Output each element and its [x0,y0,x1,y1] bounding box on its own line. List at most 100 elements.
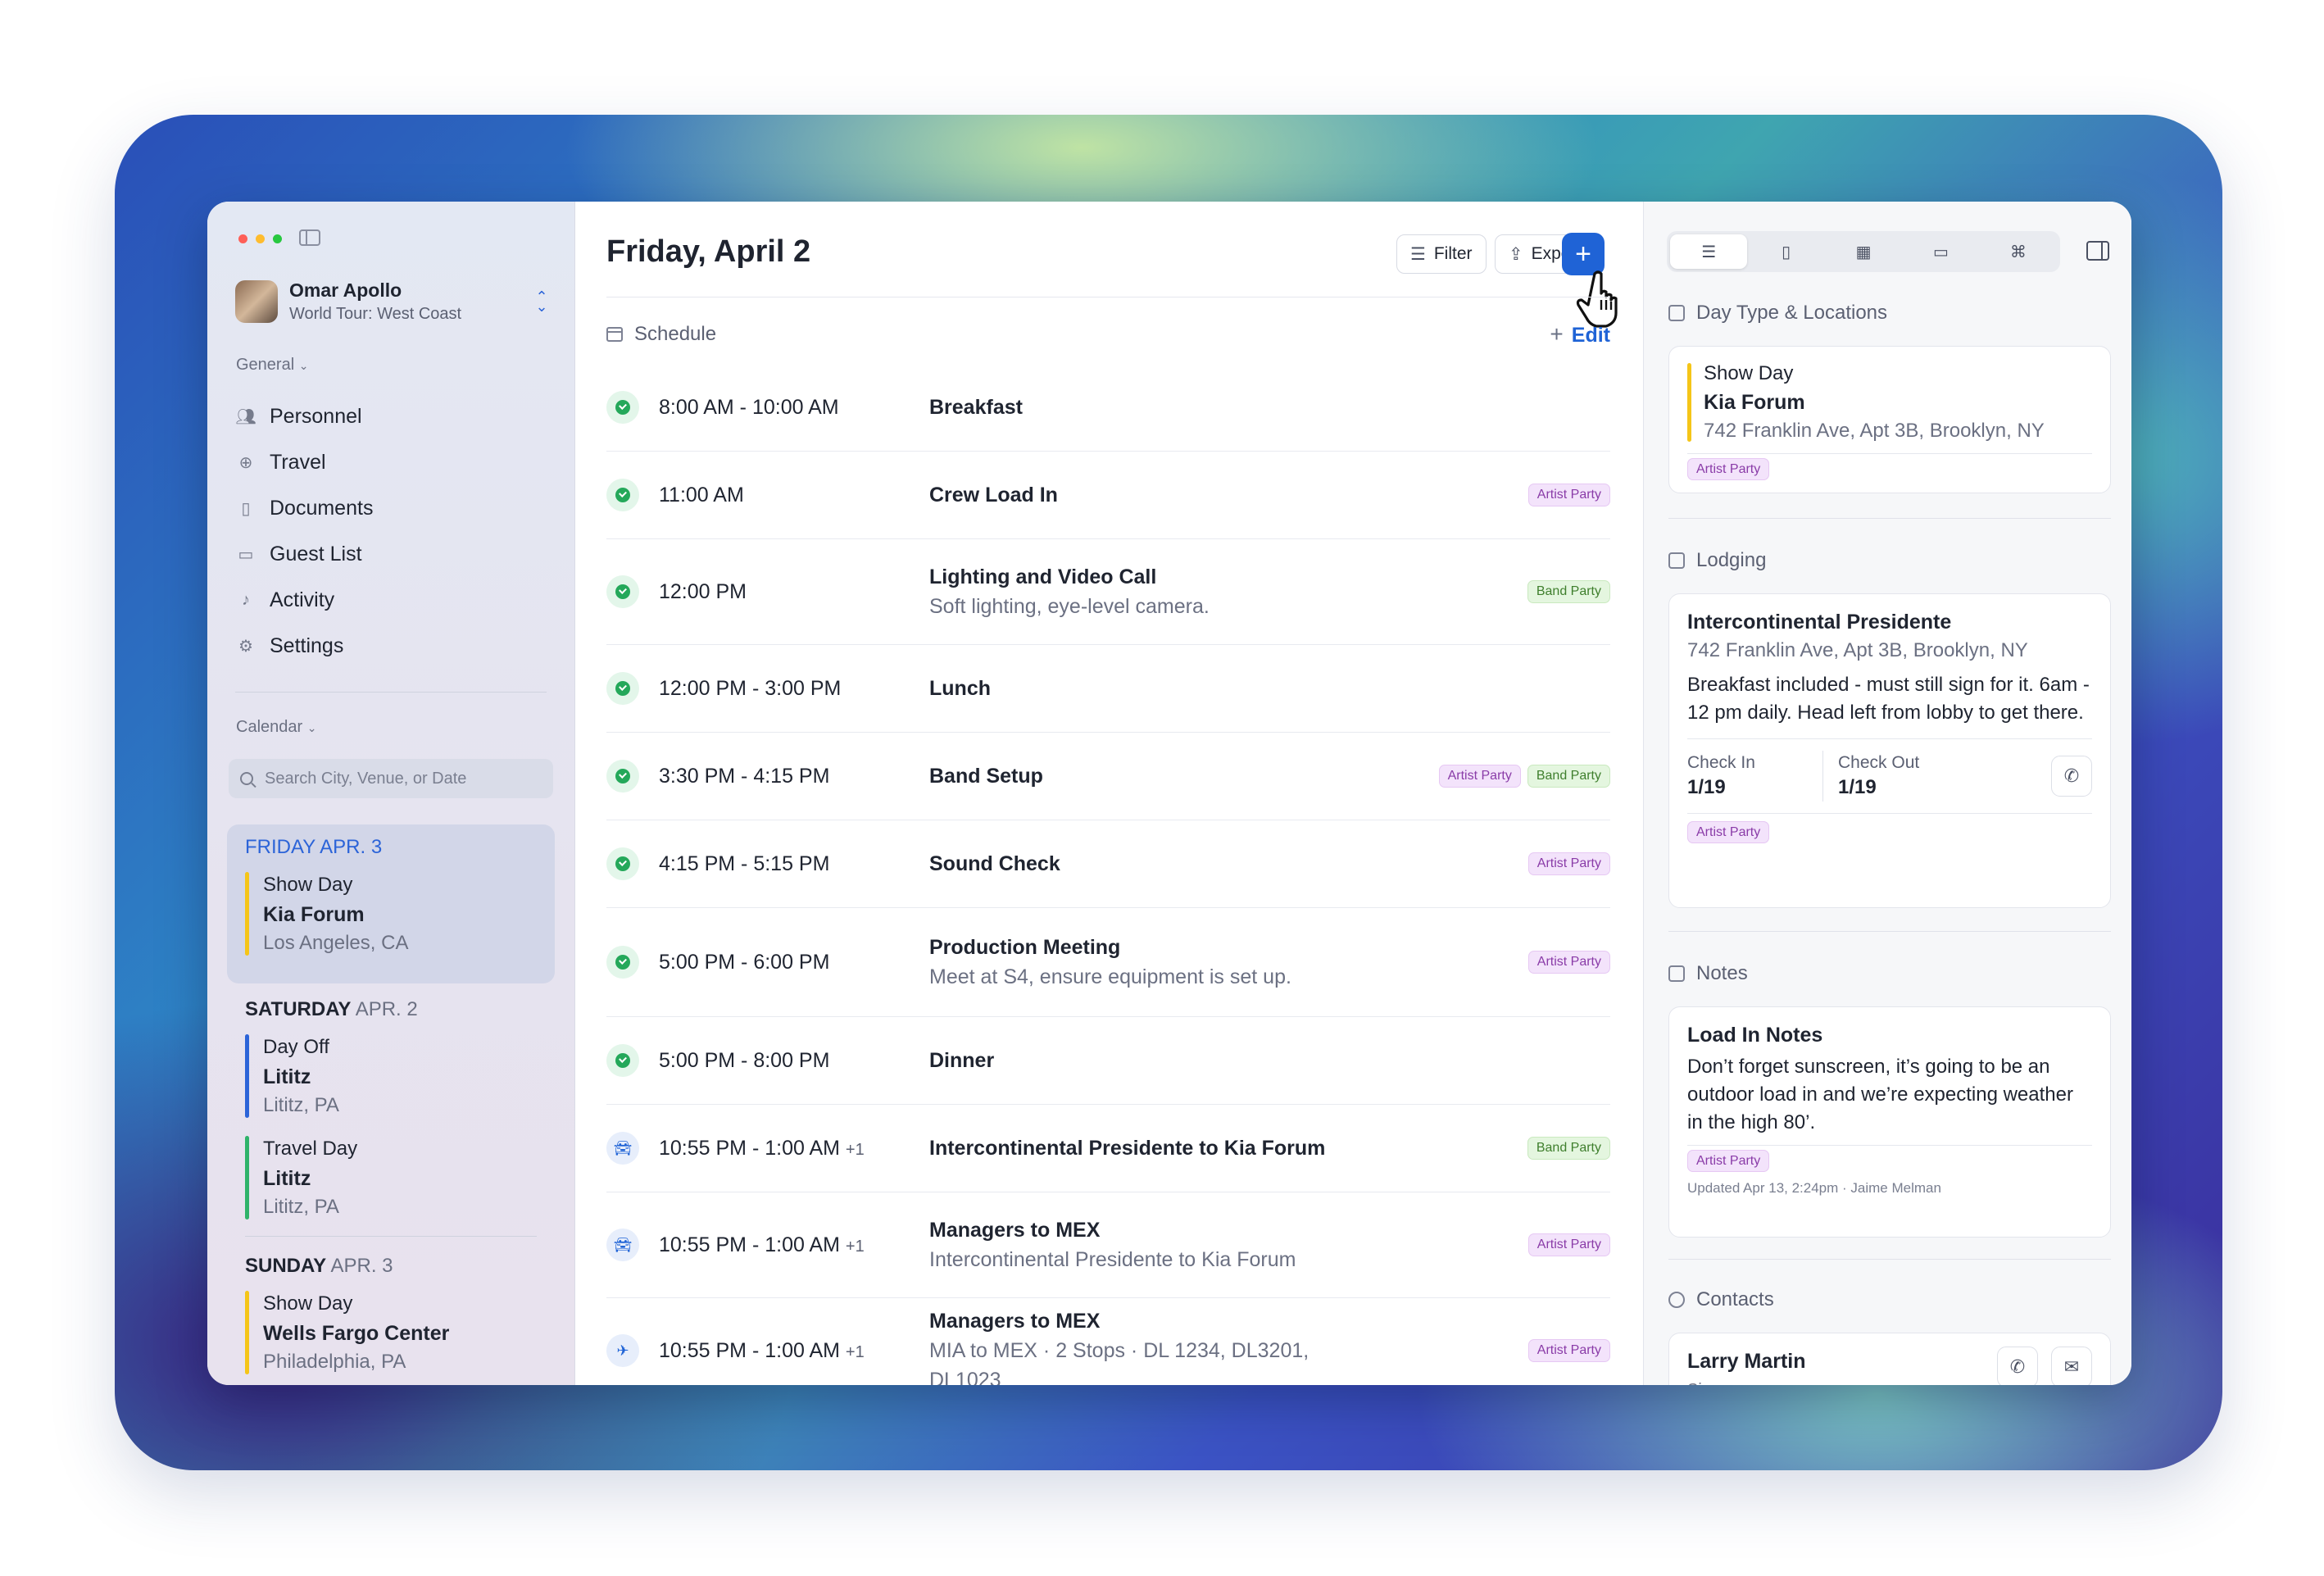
documents-tab[interactable]: ▯ [1747,234,1824,269]
event-subtitle: Soft lighting, eye-level camera. [929,595,1210,618]
day-type-card[interactable]: Show Day Kia Forum 742 Franklin Ave, Apt… [1668,346,2111,493]
contact-card[interactable]: Larry Martin Singer ✆ ✉ [1668,1333,2111,1385]
schedule-row[interactable]: 5:00 PM - 6:00 PM Production Meeting Meet … [606,908,1610,1017]
filter-button[interactable]: ☰ Filter [1396,234,1487,274]
completed-check-icon [606,1044,639,1077]
details-panel: ☰ ▯ ▦ ▭ ⌘ Day Type & Locations Show Day … [1644,202,2131,1385]
calendar-event[interactable]: Show Day Kia Forum Los Angeles, CA [245,870,537,957]
right-panel-toggle-icon[interactable] [2086,241,2109,261]
card-divider [1687,1145,2092,1146]
sidebar-item-settings[interactable]: ⚙ Settings [235,623,555,669]
sidebar-toggle-icon[interactable] [299,229,320,246]
sidebar-item-personnel[interactable]: 👥︎ Personnel [235,393,555,439]
calendar-event[interactable]: Travel Day Lititz Lititz, PA [245,1134,555,1221]
schedule-row[interactable]: ✈ 10:55 PM - 1:00 AM +1 Managers to MEX MIA… [606,1298,1610,1385]
divider [1822,751,1823,802]
sidebar-item-label: Settings [270,634,344,657]
event-type: Show Day [263,874,353,896]
event-title: Dinner [929,1049,995,1072]
event-title: Crew Load In [929,484,1058,506]
calendar-event[interactable]: Day Off Lititz Lititz, PA [245,1033,555,1120]
event-time: 10:55 PM - 1:00 AM +1 [659,1136,865,1160]
party-tag: Artist Party [1438,765,1521,788]
day-type-label: Show Day [1704,362,1794,384]
sidebar-item-label: Travel [270,450,326,474]
edit-schedule-button[interactable]: + Edit [1550,321,1610,347]
minimize-window-button[interactable] [256,234,265,243]
mail-icon: ✉ [2063,1356,2080,1377]
general-section-header[interactable]: General ⌄ [236,356,308,375]
car-icon: 🚘︎ [606,1132,639,1165]
phone-icon: ✆ [2063,765,2080,786]
event-time: 4:15 PM - 5:15 PM [659,852,830,875]
day-divider [245,1236,537,1237]
event-time: 12:00 PM [659,579,747,603]
calendar-search-input[interactable]: Search City, Venue, or Date [229,759,553,798]
hotel-address: 742 Franklin Ave, Apt 3B, Brooklyn, NY [1687,639,2028,661]
command-icon: ⌘ [2009,243,2027,261]
schedule-row[interactable]: 🚘︎ 10:55 PM - 1:00 AM +1 Intercontinental … [606,1105,1610,1192]
sidebar-item-documents[interactable]: ▯ Documents [235,485,555,531]
ticket-icon: ▭ [1932,243,1949,261]
check-out-label: Check Out [1838,753,1920,772]
party-tag: Artist Party [1527,1339,1610,1362]
schedule-pane: Friday, April 2 ☰ Filter ⇪ Export + Sche… [575,202,1644,1385]
bell-icon: ♪ [242,590,250,609]
note-title: Load In Notes [1687,1024,1823,1047]
chevron-updown-icon[interactable]: ⌃ ⌄ [533,289,550,314]
sidebar-item-activity[interactable]: ♪ Activity [235,577,555,623]
shortcuts-tab[interactable]: ⌘ [1980,234,2057,269]
event-city: Philadelphia, PA [263,1351,406,1373]
schedule-row[interactable]: 12:00 PM - 3:00 PM Lunch [606,645,1610,733]
event-subtitle: Meet at S4, ensure equipment is set up. [929,965,1291,988]
schedule-section-header: Schedule [606,323,716,346]
lodging-card[interactable]: Intercontinental Presidente 742 Franklin… [1668,593,2111,908]
event-title: Managers to MEX [929,1310,1101,1333]
list-view-tab[interactable]: ☰ [1670,234,1748,269]
event-type: Travel Day [263,1138,358,1160]
plane-icon: ✈ [606,1334,639,1367]
party-tag: Band Party [1527,580,1610,603]
close-window-button[interactable] [238,234,247,243]
plus-icon: + [1575,238,1591,270]
call-hotel-button[interactable]: ✆ [2051,756,2092,797]
zoom-window-button[interactable] [273,234,282,243]
calendar-event[interactable]: Show Day Wells Fargo Center Philadelphia… [245,1289,555,1376]
lodging-header: Lodging [1668,549,1766,572]
tour-switcher[interactable]: Omar Apollo World Tour: West Coast ⌃ ⌄ [235,277,550,326]
contacts-header: Contacts [1668,1288,1774,1311]
event-color-bar [245,1291,249,1374]
schedule-row[interactable]: 11:00 AM Crew Load In Artist Party [606,452,1610,539]
event-city: Los Angeles, CA [263,932,409,954]
calendar-section-header[interactable]: Calendar ⌄ [236,718,316,737]
schedule-row[interactable]: 3:30 PM - 4:15 PM Band Setup Artist Party B… [606,733,1610,820]
event-title: Intercontinental Presidente to Kia Forum [929,1137,1326,1160]
guest-list-tab[interactable]: ▭ [1902,234,1979,269]
event-color-bar [245,872,249,956]
sidebar-item-label: Guest List [270,542,362,565]
sidebar-item-guest-list[interactable]: ▭ Guest List [235,531,555,577]
sidebar-item-travel[interactable]: ⊕ Travel [235,439,555,485]
sidebar-item-label: Documents [270,496,374,520]
completed-check-icon [606,946,639,979]
panel-view-switcher: ☰ ▯ ▦ ▭ ⌘ [1667,231,2060,272]
car-icon: 🚘︎ [606,1229,639,1261]
schedule-row[interactable]: 12:00 PM Lighting and Video Call Soft ligh… [606,539,1610,645]
notes-card[interactable]: Load In Notes Don’t forget sunscreen, it… [1668,1006,2111,1238]
email-contact-button[interactable]: ✉ [2051,1347,2092,1385]
day-heading: SATURDAY APR. 2 [245,998,418,1020]
schedule-row[interactable]: 4:15 PM - 5:15 PM Sound Check Artist Party [606,820,1610,908]
schedule-row[interactable]: 5:00 PM - 8:00 PM Dinner [606,1017,1610,1105]
schedule-row[interactable]: 🚘︎ 10:55 PM - 1:00 AM +1 Managers to MEX In… [606,1192,1610,1298]
completed-check-icon [606,760,639,793]
map-tab[interactable]: ▦ [1825,234,1902,269]
note-body: Don’t forget sunscreen, it’s going to be… [1687,1056,2073,1133]
day-type-header: Day Type & Locations [1668,302,1887,325]
event-time: 11:00 AM [659,483,744,506]
schedule-row[interactable]: 8:00 AM - 10:00 AM Breakfast [606,364,1610,452]
event-title: Lighting and Video Call [929,565,1157,588]
call-contact-button[interactable]: ✆ [1997,1347,2038,1385]
party-tag: Artist Party [1527,484,1610,506]
party-tag: Band Party [1527,765,1610,788]
calendar-day-selected[interactable]: FRIDAY APR. 3 Show Day Kia Forum Los Ang… [227,824,555,983]
